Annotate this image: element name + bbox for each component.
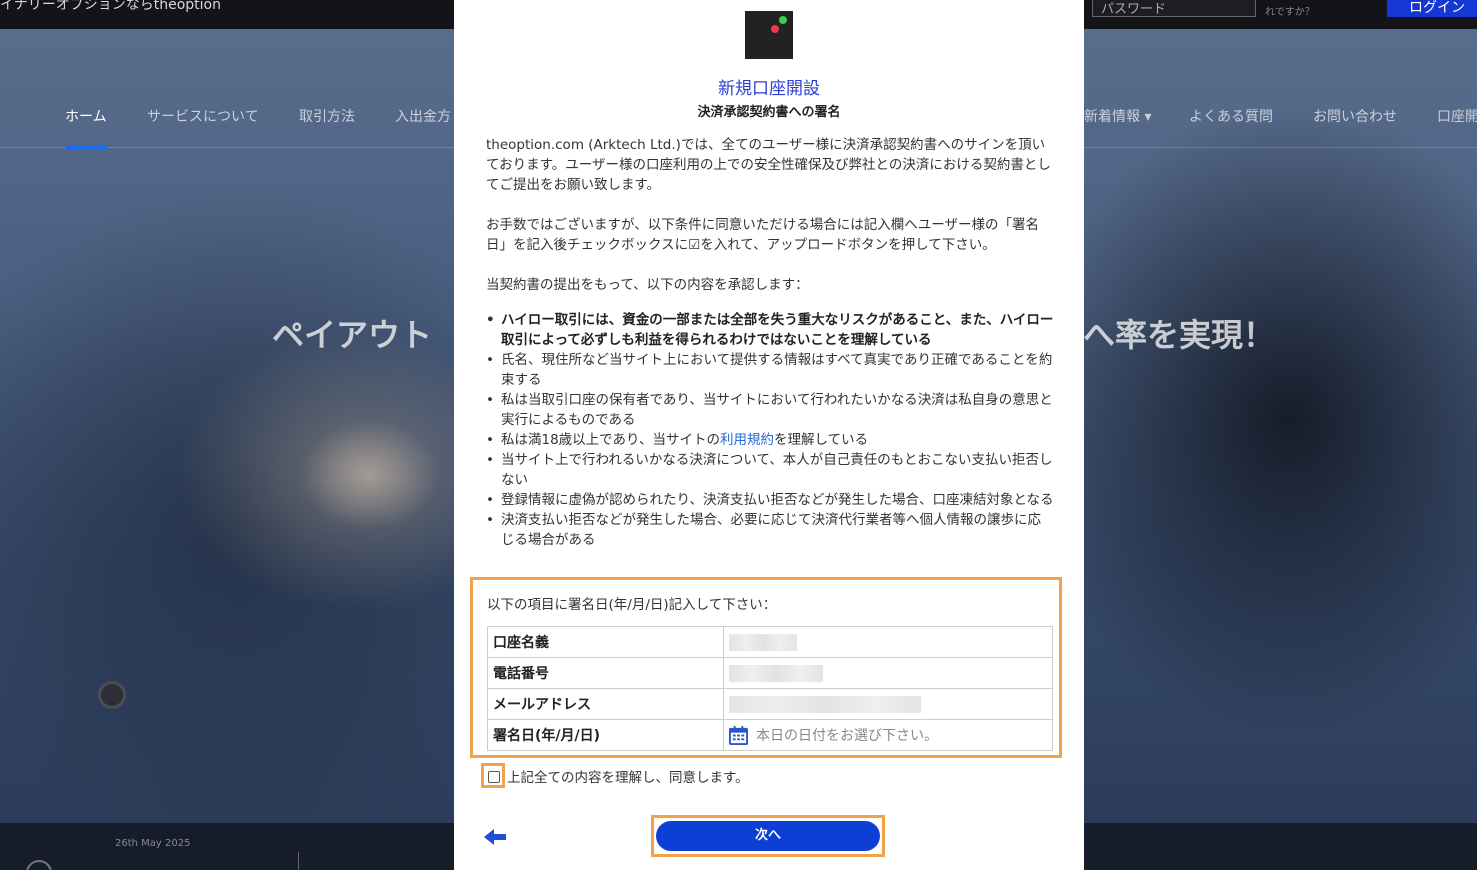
nav-item-faq[interactable]: よくある質問 [1189,106,1273,126]
table-row: 署名日(年/月/日) 本日の日付をお選び下さい。 [487,719,1053,751]
modal-title: 新規口座開設 [718,79,820,99]
hero-image-face [300,420,440,530]
nav-active-indicator [66,146,108,149]
login-button[interactable]: ログイン [1387,0,1477,17]
signature-instruction: 以下の項目に署名日(年/月/日)記入して下さい： [487,597,777,613]
sign-date-placeholder: 本日の日付をお選び下さい。 [756,728,938,744]
signature-section: 以下の項目に署名日(年/月/日)記入して下さい： 口座名義 電話番号 メールアド… [470,577,1062,758]
nav-item-trading[interactable]: 取引方法 [299,106,355,126]
agree-checkbox[interactable] [488,771,500,783]
hero-image-button [98,681,126,709]
nav-item-services[interactable]: サービスについて [147,106,259,126]
list-item: 当サイト上で行われるいかなる決済について、本人が自己責任のもとおこない支払い拒否… [486,450,1054,490]
modal-subtitle: 決済承認契約書への署名 [697,105,841,120]
sign-date-label: 署名日(年/月/日) [487,719,724,751]
signature-table: 口座名義 電話番号 メールアドレス 署名日(年/月/日) 本日の日付をお選び下さ… [487,626,1053,751]
calendar-icon[interactable] [729,725,748,745]
list-item: 決済支払い拒否などが発生した場合、必要に応じて決済代行業者等へ個人情報の譲歩に応… [486,510,1054,550]
hero-text-left: ペイアウト [272,316,433,354]
next-button[interactable]: 次へ [656,821,880,851]
redacted-value [729,633,797,651]
intro-paragraph: theoption.com (Arktech Ltd.)では、全てのユーザー様に… [486,137,1051,193]
term-age-text-end: を理解している [774,432,869,448]
forgot-password-link[interactable]: れですか？ [1265,3,1315,18]
list-item: 氏名、現住所など当サイト上において提供する情報はすべて真実であり正確であることを… [486,350,1054,390]
instructions-paragraph: お手数ではございますが、以下条件に同意いただける場合には記入欄へユーザー様の「署… [486,217,1039,253]
table-row: 電話番号 [487,657,1053,689]
table-row: 口座名義 [487,626,1053,658]
list-item: 私は当取引口座の保有者であり、当サイトにおいて行われたいかなる決済は私自身の意思… [486,390,1054,430]
news-date: 26th May 2025 [115,838,191,849]
terms-of-use-link[interactable]: 利用規約 [720,432,774,448]
signup-modal: 新規口座開設 決済承認契約書への署名 theoption.com (Arktec… [454,0,1084,870]
hero-text-right: へ率を実現！ [1083,316,1276,354]
bottom-divider [298,852,299,870]
password-input[interactable]: パスワード [1092,0,1256,17]
nav-item-contact[interactable]: お問い合わせ [1313,106,1397,126]
list-item: 登録情報に虚偽が認められたり、決済支払い拒否などが発生した場合、口座凍結対象とな… [486,490,1054,510]
nav-item-deposit[interactable]: 入出金方 [395,106,451,126]
nav-item-news[interactable]: 新着情報 ▾ [1084,106,1151,126]
agree-label[interactable]: 上記全ての内容を理解し、同意します。 [507,766,749,786]
list-item: 私は満18歳以上であり、当サイトの利用規約を理解している [486,430,1054,450]
agree-highlight [481,763,505,788]
phone-label: 電話番号 [487,657,724,689]
agreement-lead: 当契約書の提出をもって、以下の内容を承認します： [486,277,809,293]
phone-value [723,657,1053,689]
back-arrow-icon[interactable] [484,826,508,848]
logo-red-dot [771,25,779,33]
email-label: メールアドレス [487,688,724,720]
table-row: メールアドレス [487,688,1053,720]
list-item: ハイロー取引には、資金の一部または全部を失う重大なリスクがあること、また、ハイロ… [486,310,1054,350]
nav-item-home[interactable]: ホーム [65,106,107,126]
redacted-value [729,664,823,682]
email-value [723,688,1053,720]
sign-date-field[interactable]: 本日の日付をお選び下さい。 [723,719,1053,751]
account-name-value [723,626,1053,658]
nav-item-open-account[interactable]: 口座開 [1437,106,1477,126]
next-highlight: 次へ [651,815,885,857]
logo-green-dot [779,16,787,24]
logo [745,11,793,59]
redacted-value [729,695,921,713]
account-name-label: 口座名義 [487,626,724,658]
term-age-text: 私は満18歳以上であり、当サイトの [501,432,721,448]
site-title: イナリーオプションならtheoption [0,0,221,13]
terms-list: ハイロー取引には、資金の一部または全部を失う重大なリスクがあること、また、ハイロ… [486,310,1054,550]
